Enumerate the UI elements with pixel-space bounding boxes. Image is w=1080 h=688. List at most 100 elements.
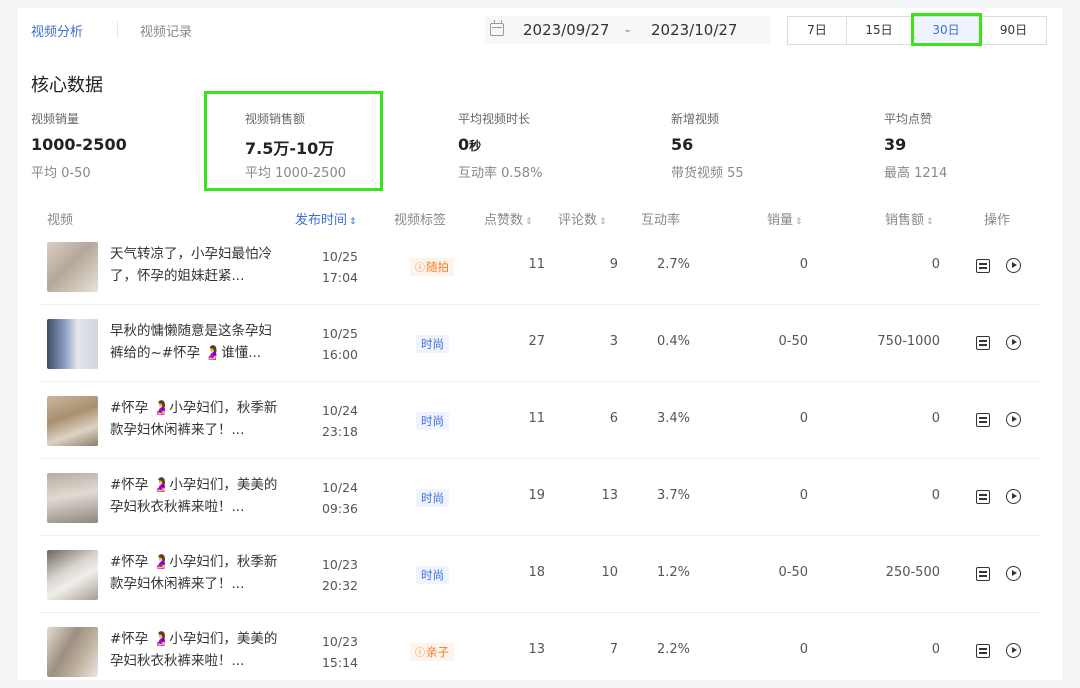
publish-time: 10/23 15:14 xyxy=(321,634,359,670)
sales-amount: 750-1000 xyxy=(877,334,940,349)
interaction-rate: 3.4% xyxy=(656,411,690,426)
sales-amount: 0 xyxy=(931,642,940,657)
video-tag: ⓘ亲子 xyxy=(410,643,454,661)
table-row: 早秋的慵懒随意是这条孕妇裤给的~#怀孕 🤰谁懂... 10/25 16:00 时尚… xyxy=(40,305,1040,382)
sales-amount: 250-500 xyxy=(885,565,940,580)
likes-count: 27 xyxy=(528,334,545,349)
calendar-icon[interactable] xyxy=(490,20,504,36)
video-title[interactable]: #怀孕 🤰小孕妇们，秋季新款孕妇休闲裤来了！... xyxy=(110,551,285,595)
play-icon[interactable] xyxy=(1006,335,1021,350)
likes-count: 13 xyxy=(528,642,545,657)
detail-icon[interactable] xyxy=(976,413,990,427)
header-sales-amount[interactable]: 销售额 xyxy=(885,209,934,228)
metric-value-video-sales: 1000-2500 xyxy=(31,135,127,154)
header-video: 视频 xyxy=(47,213,74,228)
sales-count: 0 xyxy=(799,257,808,272)
video-title[interactable]: #怀孕 🤰小孕妇们，美美的孕妇秋衣秋裤来啦！... xyxy=(110,474,285,518)
table-row: #怀孕 🤰小孕妇们，秋季新款孕妇休闲裤来了！... 10/23 20:32 时尚 … xyxy=(40,536,1040,613)
metric-value-avg-duration: 0秒 xyxy=(458,135,482,154)
section-title-core-data: 核心数据 xyxy=(31,75,103,96)
video-tag: 时尚 xyxy=(416,412,449,430)
video-title[interactable]: #怀孕 🤰小孕妇们，美美的孕妇秋衣秋裤来啦！... xyxy=(110,628,285,672)
metric-label-new-videos: 新增视频 xyxy=(671,112,720,126)
metric-value-new-videos: 56 xyxy=(671,135,694,154)
video-title[interactable]: 早秋的慵懒随意是这条孕妇裤给的~#怀孕 🤰谁懂... xyxy=(110,320,285,364)
video-thumbnail[interactable] xyxy=(47,242,98,292)
play-icon[interactable] xyxy=(1006,566,1021,581)
metric-value-avg-likes: 39 xyxy=(884,135,907,154)
video-thumbnail[interactable] xyxy=(47,627,98,677)
date-separator: - xyxy=(625,21,631,39)
header-comments[interactable]: 评论数 xyxy=(558,209,607,228)
table-row: #怀孕 🤰小孕妇们，美美的孕妇秋衣秋裤来啦！... 10/24 09:36 时尚 … xyxy=(40,459,1040,536)
interaction-rate: 2.7% xyxy=(656,257,690,272)
metric-label-avg-likes: 平均点赞 xyxy=(884,112,933,126)
header-video-tag: 视频标签 xyxy=(394,213,447,228)
comments-count: 13 xyxy=(601,488,618,503)
sales-count: 0-50 xyxy=(778,565,808,580)
comments-count: 6 xyxy=(609,411,618,426)
metric-label-avg-duration: 平均视频时长 xyxy=(458,112,531,126)
sales-amount: 0 xyxy=(931,488,940,503)
publish-time: 10/25 17:04 xyxy=(321,249,359,285)
metric-sub-video-sales: 平均 0-50 xyxy=(31,166,91,181)
video-thumbnail[interactable] xyxy=(47,473,98,523)
header-likes[interactable]: 点赞数 xyxy=(484,209,533,228)
range-90-days-button[interactable]: 90日 xyxy=(981,17,1046,44)
sales-count: 0-50 xyxy=(778,334,808,349)
video-thumbnail[interactable] xyxy=(47,550,98,600)
header-actions: 操作 xyxy=(984,213,1011,228)
sales-amount: 0 xyxy=(931,411,940,426)
tab-video-records[interactable]: 视频记录 xyxy=(140,21,192,40)
date-start[interactable]: 2023/09/27 xyxy=(523,21,609,39)
highlight-box-range xyxy=(911,13,982,46)
play-icon[interactable] xyxy=(1006,643,1021,658)
detail-icon[interactable] xyxy=(976,490,990,504)
range-7-days-button[interactable]: 7日 xyxy=(788,17,847,44)
info-icon: ⓘ xyxy=(415,263,425,274)
metric-sub-avg-likes: 最高 1214 xyxy=(884,166,948,181)
video-title[interactable]: 天气转凉了，小孕妇最怕冷了，怀孕的姐妹赶紧... xyxy=(110,243,285,287)
tab-video-analysis[interactable]: 视频分析 xyxy=(31,21,83,40)
detail-icon[interactable] xyxy=(976,644,990,658)
info-icon: ⓘ xyxy=(415,648,425,659)
metric-label-video-sales: 视频销量 xyxy=(31,112,80,126)
interaction-rate: 0.4% xyxy=(656,334,690,349)
metric-sub-new-videos: 带货视频 55 xyxy=(671,166,744,181)
video-thumbnail[interactable] xyxy=(47,396,98,446)
video-title[interactable]: #怀孕 🤰小孕妇们，秋季新款孕妇休闲裤来了！... xyxy=(110,397,285,441)
table-row: #怀孕 🤰小孕妇们，美美的孕妇秋衣秋裤来啦！... 10/23 15:14 ⓘ亲子… xyxy=(40,613,1040,688)
detail-icon[interactable] xyxy=(976,259,990,273)
interaction-rate: 2.2% xyxy=(656,642,690,657)
tab-divider xyxy=(117,22,118,38)
highlight-box-sales-amount xyxy=(204,91,383,191)
date-end[interactable]: 2023/10/27 xyxy=(651,21,737,39)
interaction-rate: 3.7% xyxy=(656,488,690,503)
interaction-rate: 1.2% xyxy=(656,565,690,580)
publish-time: 10/25 16:00 xyxy=(321,326,359,362)
header-sales[interactable]: 销量 xyxy=(767,209,803,228)
play-icon[interactable] xyxy=(1006,412,1021,427)
sales-amount: 0 xyxy=(931,257,940,272)
play-icon[interactable] xyxy=(1006,489,1021,504)
sales-count: 0 xyxy=(799,411,808,426)
range-15-days-button[interactable]: 15日 xyxy=(847,17,912,44)
table-row: 天气转凉了，小孕妇最怕冷了，怀孕的姐妹赶紧... 10/25 17:04 ⓘ随拍 … xyxy=(40,228,1040,305)
likes-count: 18 xyxy=(528,565,545,580)
publish-time: 10/23 20:32 xyxy=(321,557,359,593)
video-tag: 时尚 xyxy=(416,566,449,584)
video-tag: ⓘ随拍 xyxy=(410,258,454,276)
likes-count: 11 xyxy=(528,411,545,426)
detail-icon[interactable] xyxy=(976,336,990,350)
detail-icon[interactable] xyxy=(976,567,990,581)
likes-count: 19 xyxy=(528,488,545,503)
comments-count: 9 xyxy=(609,257,618,272)
header-interaction-rate: 互动率 xyxy=(641,213,681,228)
header-publish-time[interactable]: 发布时间 xyxy=(295,209,357,228)
play-icon[interactable] xyxy=(1006,258,1021,273)
table-row: #怀孕 🤰小孕妇们，秋季新款孕妇休闲裤来了！... 10/24 23:18 时尚 … xyxy=(40,382,1040,459)
comments-count: 10 xyxy=(601,565,618,580)
publish-time: 10/24 23:18 xyxy=(321,403,359,439)
video-thumbnail[interactable] xyxy=(47,319,98,369)
comments-count: 7 xyxy=(609,642,618,657)
